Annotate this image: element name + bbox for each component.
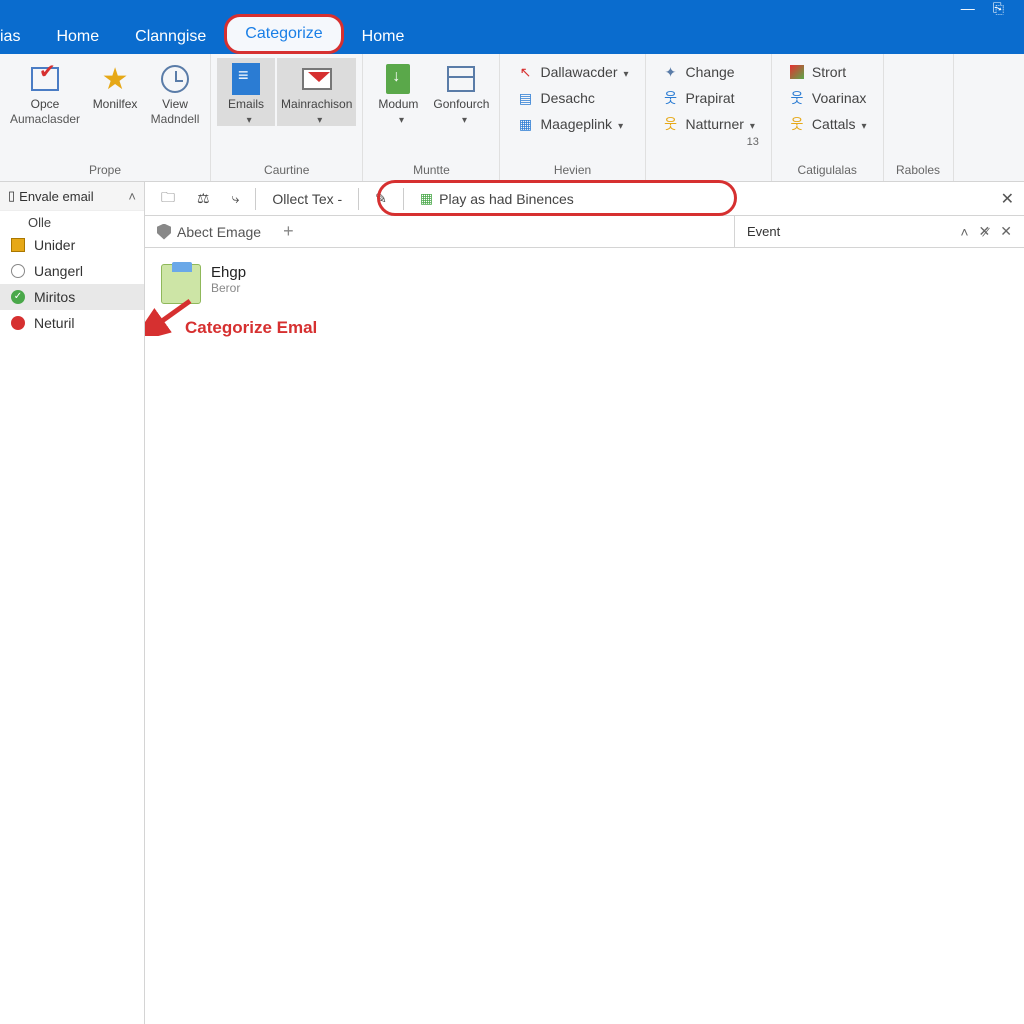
person-green-icon: 웃 bbox=[788, 89, 806, 107]
sidebar-header-label: Envale email bbox=[19, 189, 93, 204]
ribbon-group-prope: Opce Aumaclasder ★ Monilfex View Madndel… bbox=[0, 54, 211, 181]
shield-icon bbox=[157, 224, 171, 240]
toolbar-close-button[interactable]: ✕ bbox=[1001, 189, 1014, 209]
minimize-button[interactable]: — bbox=[961, 0, 975, 16]
doc-small-icon: ▤ bbox=[516, 89, 534, 107]
close-pane-icon[interactable]: ✕ bbox=[1000, 223, 1012, 240]
edit-icon[interactable]: ✎ bbox=[369, 187, 393, 210]
voarinax-button[interactable]: 웃Voarinax bbox=[782, 86, 873, 110]
green-check-icon: ✓ bbox=[10, 289, 26, 305]
mail-subtitle: Beror bbox=[211, 281, 246, 295]
cursor-icon: ↖ bbox=[516, 63, 534, 81]
play-binences-button[interactable]: ▦ Play as had Binences bbox=[414, 187, 580, 210]
sidebar-header[interactable]: ▯ Envale email ˄ bbox=[0, 182, 144, 211]
sidebar-item-label: Neturil bbox=[34, 315, 74, 331]
sidebar-doc-icon: ▯ bbox=[8, 188, 15, 204]
desachc-button[interactable]: ▤Desachc bbox=[510, 86, 634, 110]
annotation-text: Categorize Emal bbox=[185, 318, 317, 338]
sidebar-item-neturil[interactable]: Neturil bbox=[0, 310, 144, 336]
content-area: Ehgp Beror Categorize Emal bbox=[145, 248, 1024, 1024]
prapirat-button[interactable]: 웃Prapirat bbox=[656, 86, 761, 110]
cattals-button[interactable]: 웃Cattals bbox=[782, 112, 873, 136]
collapse-up-icon[interactable]: ˄ bbox=[960, 224, 968, 240]
sidebar-item-unider[interactable]: Unider bbox=[0, 232, 144, 258]
panel-icon bbox=[444, 62, 478, 96]
group-label-catigulalas: Catigulalas bbox=[778, 163, 877, 179]
tool-arrow-icon[interactable]: ⤷ bbox=[226, 187, 246, 210]
tab-home-2[interactable]: Home bbox=[344, 20, 423, 54]
sidebar-item-label: Unider bbox=[34, 237, 75, 253]
ribbon: Opce Aumaclasder ★ Monilfex View Madndel… bbox=[0, 54, 1024, 182]
ribbon-group-caurtine: Emails Mainrachison Caurtine bbox=[211, 54, 363, 181]
sidebar-item-label: Uangerl bbox=[34, 263, 83, 279]
tab-categorize[interactable]: Categorize bbox=[224, 14, 343, 54]
emails-button[interactable]: Emails bbox=[217, 58, 275, 126]
sidebar: ▯ Envale email ˄ Olle Unider Uangerl ✓ M… bbox=[0, 182, 145, 1024]
doc-tab-abect[interactable]: Abect Emage bbox=[145, 224, 273, 240]
ribbon-group-5: ✦Change 웃Prapirat 웃Natturner 13 bbox=[646, 54, 772, 181]
clock-icon bbox=[158, 62, 192, 96]
group-label-hevien: Hevien bbox=[506, 163, 638, 179]
gonfourch-button[interactable]: Gonfourch bbox=[429, 58, 493, 126]
pin-icon[interactable]: ✕̷ bbox=[979, 223, 991, 240]
ribbon-group-raboles: Raboles bbox=[884, 54, 954, 181]
tab-ias[interactable]: ias bbox=[0, 20, 38, 54]
green-play-icon: ▦ bbox=[420, 190, 433, 207]
app-corner-icon[interactable]: ⎘ bbox=[993, 0, 1004, 17]
person-orange-icon: 웃 bbox=[788, 115, 806, 133]
tool-archive-icon[interactable]: 🗀 bbox=[155, 184, 181, 214]
right-pane-tab: Event ˄ ✕̷ ✕ bbox=[734, 216, 1024, 247]
mainrachison-button[interactable]: Mainrachison bbox=[277, 58, 356, 126]
document-tabs: Abect Emage + Event ˄ ✕̷ ✕ bbox=[145, 216, 1024, 248]
add-tab-button[interactable]: + bbox=[273, 221, 304, 242]
sidebar-item-label: Miritos bbox=[34, 289, 75, 305]
ribbon-group-muntte: Modum Gonfourch Muntte bbox=[363, 54, 500, 181]
secondary-toolbar: 🗀 ⚖ ⤷ Ollect Tex - ✎ ▦ Play as had Binen… bbox=[145, 182, 1024, 216]
ollect-tex-button[interactable]: Ollect Tex - bbox=[266, 188, 348, 210]
group-label-13: 13 bbox=[652, 136, 765, 148]
ribbon-tabs: ias Home Clanngise Categorize Home bbox=[0, 16, 1024, 54]
change-button[interactable]: ✦Change bbox=[656, 60, 761, 84]
tab-clanngise[interactable]: Clanngise bbox=[117, 20, 224, 54]
people-icon: 웃 bbox=[662, 89, 680, 107]
arrow-star-icon: ✦ bbox=[662, 63, 680, 81]
group-label-prope: Prope bbox=[6, 163, 204, 179]
check-envelope-icon bbox=[28, 62, 62, 96]
sidebar-collapse-icon[interactable]: ˄ bbox=[128, 189, 136, 204]
maageplink-button[interactable]: ▦Maageplink bbox=[510, 112, 634, 136]
gray-circle-icon bbox=[10, 263, 26, 279]
green-doc-icon bbox=[381, 62, 415, 96]
view-button[interactable]: View Madndell bbox=[146, 58, 204, 126]
natturner-button[interactable]: 웃Natturner bbox=[656, 112, 761, 136]
strort-button[interactable]: Strort bbox=[782, 60, 873, 84]
modum-button[interactable]: Modum bbox=[369, 58, 427, 126]
ribbon-group-hevien: ↖Dallawacder ▤Desachc ▦Maageplink Hevien bbox=[500, 54, 645, 181]
opce-button[interactable]: Opce Aumaclasder bbox=[6, 58, 84, 126]
group-label-caurtine: Caurtine bbox=[217, 163, 356, 179]
right-tab-label: Event bbox=[747, 224, 780, 239]
orange-square-icon bbox=[10, 237, 26, 253]
person-icon: 웃 bbox=[662, 115, 680, 133]
ribbon-group-catigulalas: Strort 웃Voarinax 웃Cattals Catigulalas bbox=[772, 54, 884, 181]
mail-item[interactable]: Ehgp Beror bbox=[161, 258, 1008, 310]
mail-title: Ehgp bbox=[211, 264, 246, 281]
mail-envelope-icon bbox=[300, 62, 334, 96]
tab-home[interactable]: Home bbox=[38, 20, 117, 54]
tool-scale-icon[interactable]: ⚖ bbox=[191, 187, 216, 210]
group-label-raboles: Raboles bbox=[890, 163, 947, 179]
star-icon: ★ bbox=[98, 62, 132, 96]
sidebar-item-uangerl[interactable]: Uangerl bbox=[0, 258, 144, 284]
monilfex-button[interactable]: ★ Monilfex bbox=[86, 58, 144, 126]
red-circle-icon bbox=[10, 315, 26, 331]
group-label-muntte: Muntte bbox=[369, 163, 493, 179]
sidebar-item-miritos[interactable]: ✓ Miritos bbox=[0, 284, 144, 310]
color-square-icon bbox=[788, 63, 806, 81]
title-bar: — ⎘ bbox=[0, 0, 1024, 16]
doc-blue-icon bbox=[229, 62, 263, 96]
dallawacder-button[interactable]: ↖Dallawacder bbox=[510, 60, 634, 84]
list-icon: ▦ bbox=[516, 115, 534, 133]
sidebar-sub: Olle bbox=[0, 211, 144, 232]
